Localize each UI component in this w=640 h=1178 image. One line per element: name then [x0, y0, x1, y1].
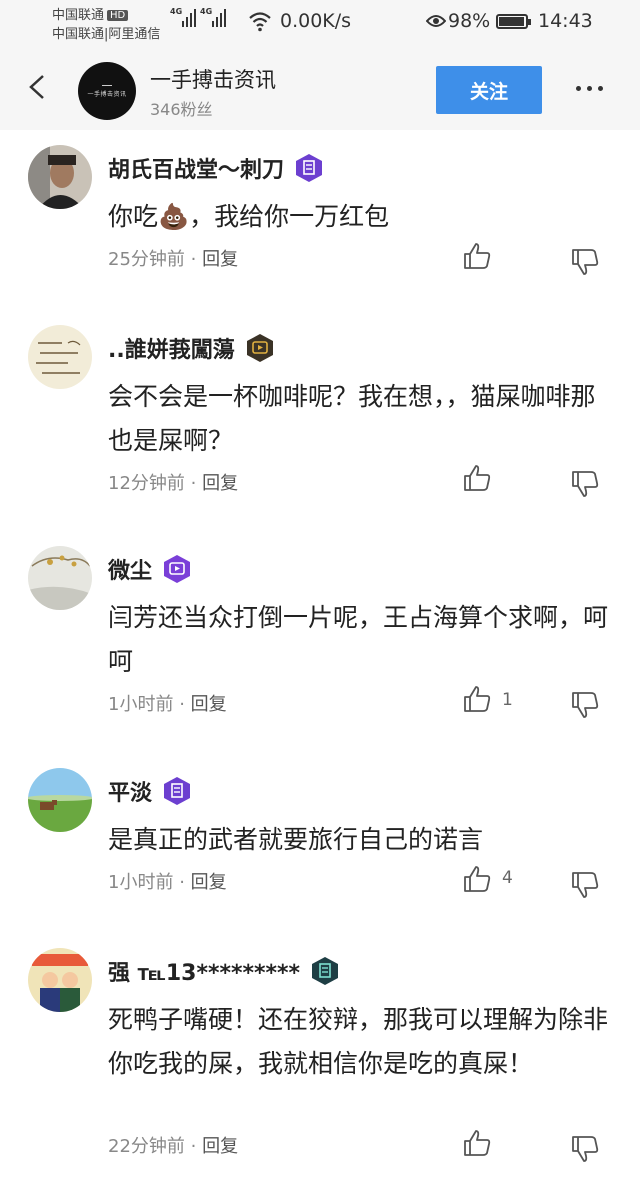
- more-options-icon[interactable]: [576, 86, 603, 91]
- battery-icon: [496, 14, 531, 29]
- purple-video-badge-icon: [164, 555, 191, 583]
- thumbs-up-icon[interactable]: [462, 241, 492, 271]
- comment-meta: 1小时前 · 回复: [108, 690, 227, 716]
- meta-separator: ·: [179, 694, 185, 715]
- battery-percent: 98%: [448, 10, 491, 32]
- commenter-name[interactable]: 微尘: [108, 553, 152, 585]
- blue-badge-icon: [296, 154, 323, 182]
- teal-badge-icon: [312, 957, 338, 985]
- avatar[interactable]: [28, 768, 92, 832]
- clock: 14:43: [538, 10, 593, 32]
- comment-text: 会不会是一杯咖啡呢？我在想，，猫屎咖啡那也是屎啊？: [108, 382, 596, 455]
- signal-2-label: 4G: [200, 7, 213, 16]
- hd-badge: HD: [107, 10, 129, 21]
- comment-text: 是真正的武者就要旅行自己的诺言: [108, 825, 484, 854]
- channel-fans-count: 346粉丝: [150, 100, 213, 119]
- signal-1-label: 4G: [170, 7, 183, 16]
- commenter-name[interactable]: ..誰姘莪闖蕩: [108, 332, 235, 364]
- comment-time: 25分钟前: [108, 249, 185, 270]
- wifi-icon: [249, 12, 271, 32]
- thumbs-down-icon[interactable]: [570, 690, 600, 720]
- avatar[interactable]: [28, 948, 92, 1012]
- comment-header: 胡氏百战堂～刺刀: [108, 151, 324, 185]
- channel-avatar-text: 一手搏击资讯: [87, 90, 127, 98]
- avatar[interactable]: [28, 145, 92, 209]
- comment-text: 闫芳还当众打倒一片呢，王占海算个求啊，呵呵: [108, 603, 609, 676]
- comment-time: 1小时前: [108, 872, 174, 893]
- blue-badge-icon: [164, 777, 191, 805]
- meta-separator: ·: [179, 872, 185, 893]
- carrier-2: 中国联通|阿里通信: [52, 27, 161, 42]
- meta-separator: ·: [190, 1136, 197, 1157]
- comment-meta: 1小时前 · 回复: [108, 868, 227, 894]
- comment-time: 12分钟前: [108, 473, 185, 494]
- commenter-name[interactable]: 平淡: [108, 775, 152, 807]
- eye-comfort-icon: [426, 15, 446, 27]
- reply-link[interactable]: 回复: [202, 473, 238, 494]
- comment-item: ..誰姘莪闖蕩 会不会是一杯咖啡呢？我在想，，猫屎咖啡那也是屎啊？ 12分钟前 …: [0, 325, 640, 525]
- article-header: 一手搏击资讯 一手搏击资讯 346粉丝 关注: [0, 44, 640, 130]
- gold-video-badge-icon: [246, 334, 273, 362]
- thumbs-down-icon[interactable]: [570, 1134, 600, 1164]
- channel-avatar[interactable]: 一手搏击资讯: [78, 62, 136, 120]
- thumbs-up-icon[interactable]: [462, 463, 492, 493]
- comment-item: 平淡 是真正的武者就要旅行自己的诺言 1小时前 · 回复 4: [0, 768, 640, 928]
- like-count: 4: [502, 868, 513, 888]
- thumbs-down-icon[interactable]: [570, 870, 600, 900]
- reply-link[interactable]: 回复: [191, 694, 227, 715]
- thumbs-up-icon[interactable]: [462, 864, 492, 894]
- comment-item: 胡氏百战堂～刺刀 你吃💩，我给你一万红包 25分钟前 · 回复: [0, 145, 640, 300]
- commenter-name[interactable]: 胡氏百战堂～刺刀: [108, 152, 284, 184]
- meta-separator: ·: [190, 249, 197, 270]
- status-bar: 中国联通 HD 中国联通|阿里通信 4G 4G 0.00K/s 98% 14:43: [0, 0, 640, 44]
- comment-text: 死鸭子嘴硬！还在狡辩，那我可以理解为除非你吃我的屎，我就相信你是吃的真屎！: [108, 1005, 609, 1078]
- comment-meta: 22分钟前 · 回复: [108, 1132, 238, 1158]
- reply-link[interactable]: 回复: [202, 1136, 238, 1157]
- comment-item: 微尘 闫芳还当众打倒一片呢，王占海算个求啊，呵呵 1小时前 · 回复 1: [0, 546, 640, 746]
- comment-header: 平淡: [108, 774, 192, 808]
- comment-text: 你吃💩，我给你一万红包: [108, 202, 390, 231]
- meta-separator: ·: [190, 473, 197, 494]
- avatar[interactable]: [28, 546, 92, 610]
- channel-name[interactable]: 一手搏击资讯: [150, 64, 276, 94]
- net-speed: 0.00K/s: [280, 10, 352, 32]
- reply-link[interactable]: 回复: [191, 872, 227, 893]
- commenter-name[interactable]: 强 ℡13*********: [108, 955, 300, 987]
- comment-header: 强 ℡13*********: [108, 954, 340, 988]
- comment-header: ..誰姘莪闖蕩: [108, 331, 275, 365]
- comment-item: 强 ℡13********* 死鸭子嘴硬！还在狡辩，那我可以理解为除非你吃我的屎…: [0, 948, 640, 1178]
- comment-meta: 25分钟前 · 回复: [108, 245, 238, 271]
- avatar[interactable]: [28, 325, 92, 389]
- reply-link[interactable]: 回复: [202, 249, 238, 270]
- comment-meta: 12分钟前 · 回复: [108, 469, 238, 495]
- comment-header: 微尘: [108, 552, 192, 586]
- carrier-1-label: 中国联通: [52, 8, 105, 23]
- back-arrow-icon[interactable]: [26, 74, 48, 100]
- follow-button[interactable]: 关注: [436, 66, 542, 114]
- signal-2-icon: 4G: [200, 7, 226, 27]
- comment-time: 22分钟前: [108, 1136, 185, 1157]
- thumbs-up-icon[interactable]: [462, 684, 492, 714]
- thumbs-down-icon[interactable]: [570, 469, 600, 499]
- thumbs-down-icon[interactable]: [570, 247, 600, 277]
- signal-1-icon: 4G: [170, 7, 196, 27]
- like-count: 1: [502, 690, 513, 710]
- carrier-1: 中国联通 HD: [52, 4, 129, 23]
- thumbs-up-icon[interactable]: [462, 1128, 492, 1158]
- signal-icons: 4G 4G: [170, 7, 226, 27]
- comment-time: 1小时前: [108, 694, 174, 715]
